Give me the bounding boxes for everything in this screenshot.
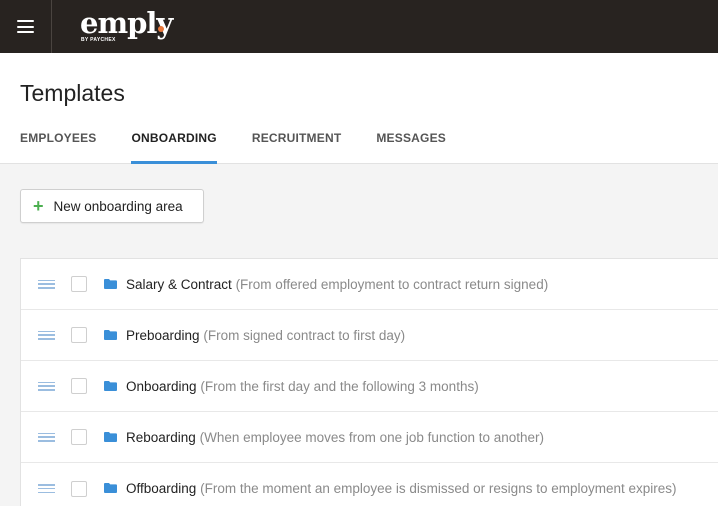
drag-handle-icon[interactable] [38,381,55,391]
area-title[interactable]: Reboarding (When employee moves from one… [126,430,544,445]
drag-handle-icon[interactable] [38,484,55,493]
plus-icon: + [33,196,44,216]
row-checkbox[interactable] [71,327,87,343]
tab-employees[interactable]: EMPLOYEES [20,131,96,164]
area-description: (From the moment an employee is dismisse… [200,481,677,496]
area-name: Offboarding [126,481,197,496]
onboarding-area-list: Salary & Contract (From offered employme… [20,258,718,506]
area-name: Reboarding [126,429,196,445]
tab-onboarding[interactable]: ONBOARDING [131,131,218,164]
area-description: (When employee moves from one job functi… [199,429,545,445]
logo-subtext: BY PAYCHEX [81,37,116,43]
area-description: (From the first day and the following 3 … [200,378,479,394]
drag-handle-icon[interactable] [38,279,55,289]
list-item[interactable]: Offboarding (From the moment an employee… [21,463,718,506]
folder-icon [104,432,117,442]
drag-handle-icon[interactable] [38,330,55,340]
list-item[interactable]: Onboarding (From the first day and the f… [21,361,718,412]
area-name: Salary & Contract [126,276,232,292]
new-button-label: New onboarding area [53,198,183,214]
tab-recruitment[interactable]: RECRUITMENT [252,131,342,164]
folder-icon [104,279,117,289]
list-item[interactable]: Reboarding (When employee moves from one… [21,412,718,463]
area-name: Onboarding [126,378,197,394]
folder-icon [104,330,117,340]
top-bar: emply BY PAYCHEX [0,0,718,53]
menu-button[interactable] [0,0,52,53]
drag-handle-icon[interactable] [38,432,55,442]
list-item[interactable]: Preboarding (From signed contract to fir… [21,310,718,361]
tab-messages[interactable]: MESSAGES [376,131,446,164]
page-title: Templates [20,80,125,106]
hamburger-icon [17,20,34,33]
folder-icon [104,483,117,493]
folder-icon [104,381,117,391]
row-checkbox[interactable] [71,276,87,292]
logo[interactable]: emply BY PAYCHEX [80,0,200,53]
row-checkbox[interactable] [71,429,87,445]
list-item[interactable]: Salary & Contract (From offered employme… [21,259,718,310]
logo-dot [158,26,164,32]
tab-bar: EMPLOYEES ONBOARDING RECRUITMENT MESSAGE… [20,131,481,164]
area-description: (From offered employment to contract ret… [235,276,549,292]
row-checkbox[interactable] [71,378,87,394]
new-onboarding-area-button[interactable]: + New onboarding area [20,189,204,223]
area-description: (From signed contract to first day) [203,327,406,343]
page-header: Templates EMPLOYEES ONBOARDING RECRUITME… [0,53,718,164]
area-title[interactable]: Salary & Contract (From offered employme… [126,277,548,292]
row-checkbox[interactable] [71,480,87,497]
area-title[interactable]: Preboarding (From signed contract to fir… [126,328,405,343]
logo-text: emply [80,6,173,40]
area-name: Preboarding [126,327,200,343]
area-title[interactable]: Onboarding (From the first day and the f… [126,379,479,394]
area-title[interactable]: Offboarding (From the moment an employee… [126,481,677,496]
